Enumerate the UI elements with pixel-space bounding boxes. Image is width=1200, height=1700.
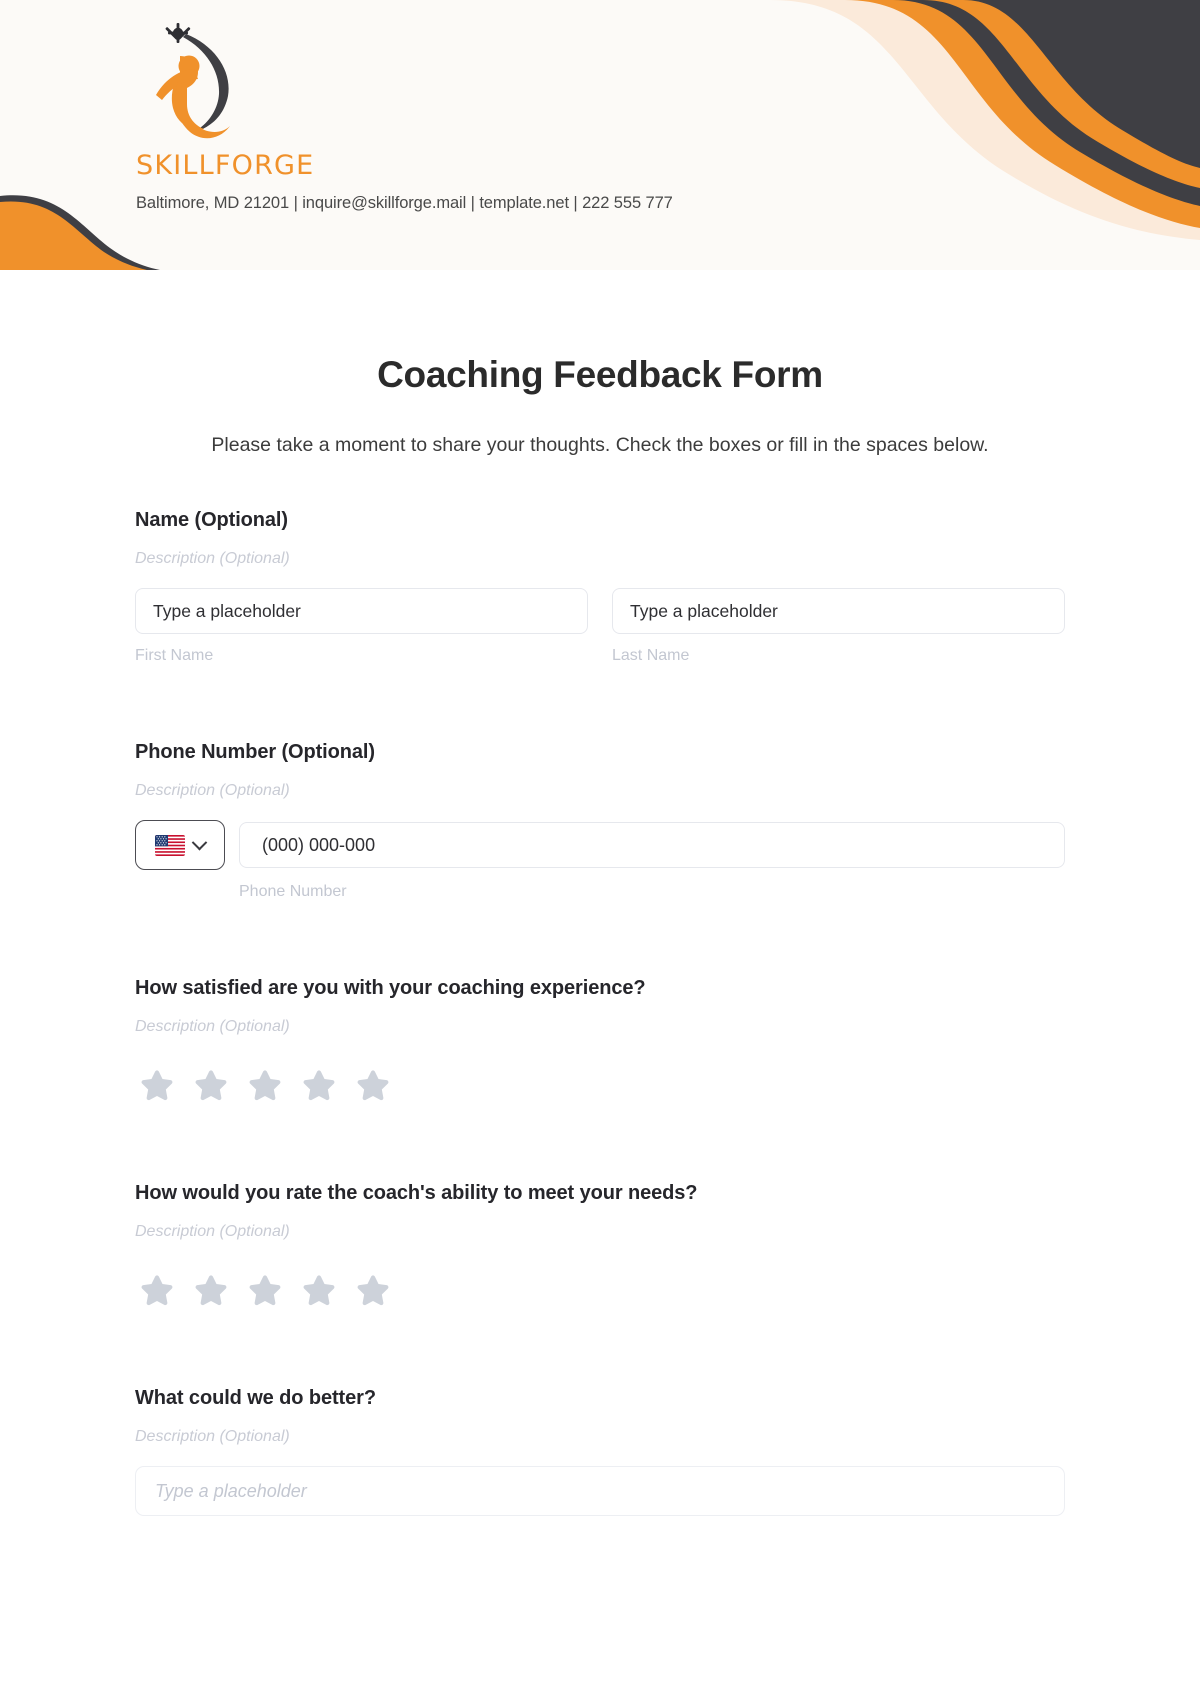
field-name-label: Name (Optional) [135,509,288,532]
first-name-input[interactable]: Type a placeholder [135,588,588,635]
coach-ability-star-rating[interactable] [137,1271,1065,1311]
brand-name: SKILLFORGE [136,150,315,181]
star-icon[interactable] [245,1271,285,1311]
phone-input-row: (000) 000-000 [135,820,1065,871]
person-swoosh-star-logo-icon [156,23,230,139]
page-header: SKILLFORGE Baltimore, MD 21201 | inquire… [0,0,1200,270]
phone-sublabel: Phone Number [239,883,347,901]
us-flag-icon [155,834,185,856]
improvement-textarea[interactable]: Type a placeholder [135,1466,1065,1517]
last-name-input[interactable]: Type a placeholder [612,588,1065,635]
field-satisfaction-description: Description (Optional) [135,1018,290,1036]
brand-block: SKILLFORGE Baltimore, MD 21201 | inquire… [136,22,756,213]
field-name-description: Description (Optional) [135,550,290,568]
field-coach-ability-label: How would you rate the coach's ability t… [135,1182,698,1205]
field-satisfaction-label: How satisfied are you with your coaching… [135,977,646,1000]
last-name-sublabel: Last Name [612,647,690,665]
first-name-col: Type a placeholder First Name [135,588,588,665]
country-code-select[interactable] [135,820,225,871]
satisfaction-star-rating[interactable] [137,1066,1065,1106]
star-icon[interactable] [245,1066,285,1106]
field-phone: Phone Number (Optional) Description (Opt… [135,741,1065,901]
name-inputs-row: Type a placeholder First Name Type a pla… [135,588,1065,665]
star-icon[interactable] [353,1066,393,1106]
star-icon[interactable] [299,1066,339,1106]
form-fields: Name (Optional) Description (Optional) T… [135,463,1065,1517]
star-icon[interactable] [191,1271,231,1311]
field-improvement: What could we do better? Description (Op… [135,1387,1065,1517]
field-phone-description: Description (Optional) [135,782,290,800]
star-icon[interactable] [137,1066,177,1106]
field-coach-ability-rating: How would you rate the coach's ability t… [135,1182,1065,1311]
chevron-down-icon [191,834,208,851]
field-improvement-label: What could we do better? [135,1387,376,1410]
star-icon[interactable] [191,1066,231,1106]
field-coach-ability-description: Description (Optional) [135,1223,290,1241]
brand-contact-line: Baltimore, MD 21201 | inquire@skillforge… [136,194,673,212]
field-name: Name (Optional) Description (Optional) T… [135,509,1065,665]
form-sheet: Coaching Feedback Form Please take a mom… [0,270,1200,1517]
field-improvement-description: Description (Optional) [135,1428,290,1446]
page-subtitle: Please take a moment to share your thoug… [211,434,989,456]
first-name-sublabel: First Name [135,647,214,665]
star-icon[interactable] [299,1271,339,1311]
phone-number-input[interactable]: (000) 000-000 [239,822,1065,869]
field-phone-label: Phone Number (Optional) [135,741,375,764]
star-icon[interactable] [353,1271,393,1311]
star-icon[interactable] [137,1271,177,1311]
last-name-col: Type a placeholder Last Name [612,588,1065,665]
page-title: Coaching Feedback Form [377,354,823,395]
field-satisfaction-rating: How satisfied are you with your coaching… [135,977,1065,1106]
